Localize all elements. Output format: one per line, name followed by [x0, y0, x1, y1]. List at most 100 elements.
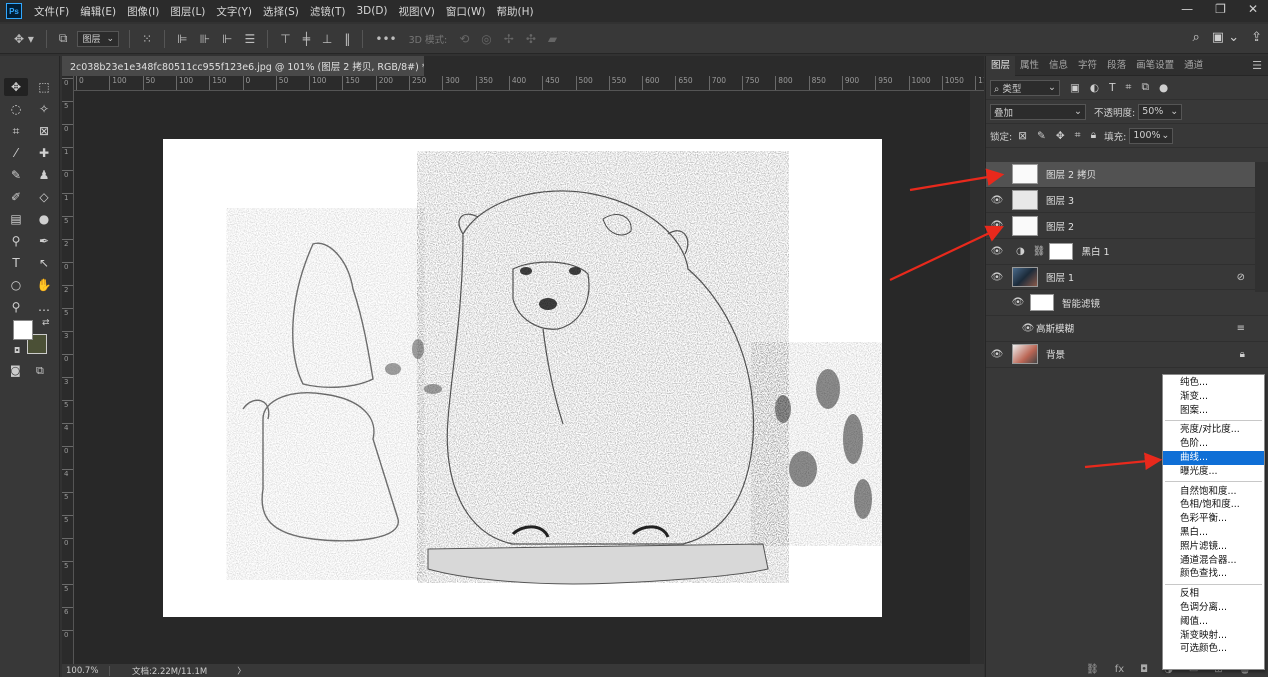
fx-icon[interactable]: fx	[1115, 664, 1124, 675]
menu-item-posterize[interactable]: 色调分离...	[1163, 601, 1264, 615]
menu-item-curves[interactable]: 曲线...	[1163, 450, 1264, 465]
visibility-icon[interactable]: 👁︎	[986, 220, 1008, 231]
visibility-icon[interactable]: 👁︎	[986, 272, 1008, 283]
tab-info[interactable]: 信息	[1044, 56, 1073, 76]
tab-properties[interactable]: 属性	[1015, 56, 1044, 76]
align-bottom-icon[interactable]: ⊥	[322, 32, 332, 46]
pen-tool-icon[interactable]: ✒	[32, 232, 56, 250]
filter-smart-object-icon[interactable]: ⧉	[1141, 81, 1149, 94]
default-colors-icon[interactable]: ◘	[14, 346, 20, 355]
ellipse-tool-icon[interactable]: ○	[4, 276, 28, 294]
layer-row[interactable]: 👁︎ 背景 🔒︎	[986, 342, 1268, 368]
menu-item-levels[interactable]: 色阶...	[1163, 437, 1264, 451]
layer-row[interactable]: 👁︎ 高斯模糊 ≡	[986, 316, 1268, 342]
layer-row[interactable]: 图层 2 拷贝	[986, 162, 1268, 188]
align-left-icon[interactable]: ⊫	[177, 32, 187, 46]
menu-item-selective-color[interactable]: 可选颜色...	[1163, 642, 1264, 656]
minimize-button[interactable]: —	[1181, 2, 1193, 16]
menu-item-gradient[interactable]: 渐变...	[1163, 390, 1264, 404]
menu-item-photo-filter[interactable]: 照片滤镜...	[1163, 540, 1264, 554]
tab-channels[interactable]: 通道	[1179, 56, 1208, 76]
more-options-icon[interactable]: •••	[375, 32, 396, 46]
auto-select-icon[interactable]: ⧉	[59, 31, 68, 46]
workspace-icon[interactable]: ▣ ⌄	[1212, 30, 1239, 45]
align-center-icon[interactable]: ⊪	[200, 32, 210, 46]
tab-paragraph[interactable]: 段落	[1102, 56, 1131, 76]
eyedropper-tool-icon[interactable]: ⁄	[4, 144, 28, 162]
opacity-field[interactable]: 50% ⌄	[1138, 103, 1183, 120]
align-top-icon[interactable]: ⊤	[280, 32, 290, 46]
add-mask-icon[interactable]: ◘	[1140, 664, 1148, 675]
menu-item-channel-mixer[interactable]: 通道混合器...	[1163, 554, 1264, 568]
restore-button[interactable]: ❐	[1215, 2, 1226, 16]
stamp-tool-icon[interactable]: ♟	[32, 166, 56, 184]
layer-row[interactable]: 👁︎ 图层 3	[986, 188, 1268, 214]
menu-edit[interactable]: 编辑(E)	[80, 4, 116, 19]
tab-character[interactable]: 字符	[1073, 56, 1102, 76]
align-middle-icon[interactable]: ╪	[303, 32, 310, 46]
visibility-icon[interactable]: 👁︎	[986, 195, 1008, 206]
visibility-icon[interactable]: 👁︎	[1010, 297, 1026, 308]
menu-file[interactable]: 文件(F)	[34, 4, 69, 19]
panel-menu-icon[interactable]: ☰	[1252, 59, 1262, 72]
layer-row[interactable]: 👁︎ 智能滤镜	[986, 290, 1268, 317]
menu-window[interactable]: 窗口(W)	[446, 4, 486, 19]
foreground-color-swatch[interactable]	[13, 320, 33, 340]
blend-mode-dropdown[interactable]: 叠加 ⌄	[990, 103, 1086, 120]
share-icon[interactable]: ⇪	[1251, 30, 1262, 45]
lock-position-icon[interactable]: ✥	[1056, 130, 1065, 142]
filter-options-icon[interactable]: ≡	[1237, 323, 1245, 334]
filter-shape-icon[interactable]: ⌗	[1126, 81, 1132, 94]
more-tools-icon[interactable]: …	[32, 298, 56, 316]
menu-item-exposure[interactable]: 曝光度...	[1163, 465, 1264, 479]
lock-artboard-icon[interactable]: ⌗	[1075, 129, 1081, 142]
close-window-button[interactable]: ✕	[1248, 2, 1258, 16]
visibility-icon[interactable]: 👁︎	[1020, 323, 1036, 334]
filter-toggle-icon[interactable]: ●	[1159, 82, 1168, 94]
filter-kind-dropdown[interactable]: ⌕ 类型 ⌄	[990, 79, 1060, 96]
align-right-icon[interactable]: ⊩	[222, 32, 232, 46]
search-icon[interactable]: ⌕	[1193, 30, 1200, 45]
menu-item-pattern[interactable]: 图案...	[1163, 404, 1264, 418]
lock-pixels-icon[interactable]: ✎	[1037, 130, 1046, 142]
menu-item-black-white[interactable]: 黑白...	[1163, 526, 1264, 540]
menu-3d[interactable]: 3D(D)	[356, 5, 387, 17]
filter-adjustment-icon[interactable]: ◐	[1090, 82, 1099, 94]
layer-row[interactable]: 👁︎ 图层 2	[986, 213, 1268, 240]
marquee-tool-icon[interactable]: ⬚	[32, 78, 56, 96]
zoom-level[interactable]: 100.7%	[62, 665, 110, 676]
tab-brush-settings[interactable]: 画笔设置	[1131, 56, 1179, 76]
layer-row[interactable]: 👁︎ 图层 1 ⊘	[986, 265, 1268, 291]
visibility-icon[interactable]: 👁︎	[986, 349, 1008, 360]
canvas-vertical-scrollbar[interactable]	[970, 91, 984, 664]
path-select-tool-icon[interactable]: ↖	[32, 254, 56, 272]
menu-select[interactable]: 选择(S)	[263, 4, 299, 19]
blur-tool-icon[interactable]: ●	[32, 210, 56, 228]
magic-wand-tool-icon[interactable]: ✧	[32, 100, 56, 118]
brush-tool-icon[interactable]: ✎	[4, 166, 28, 184]
visibility-icon[interactable]: 👁︎	[986, 246, 1008, 257]
healing-brush-tool-icon[interactable]: ✚	[32, 144, 56, 162]
transform-controls-icon[interactable]: ⁙	[142, 32, 152, 46]
menu-item-vibrance[interactable]: 自然饱和度...	[1163, 485, 1264, 499]
auto-select-dropdown[interactable]: 图层 ⌄	[77, 30, 120, 47]
hand-tool-icon[interactable]: ✋	[32, 276, 56, 294]
lasso-tool-icon[interactable]: ◌	[4, 100, 28, 118]
menu-item-invert[interactable]: 反相	[1163, 587, 1264, 601]
lock-transparent-icon[interactable]: ⊠	[1018, 130, 1027, 142]
frame-tool-icon[interactable]: ⊠	[32, 122, 56, 140]
eraser-tool-icon[interactable]: ◇	[32, 188, 56, 206]
menu-item-gradient-map[interactable]: 渐变映射...	[1163, 629, 1264, 643]
move-tool-icon[interactable]: ✥ ▾	[14, 32, 34, 46]
canvas-area[interactable]	[74, 91, 970, 664]
link-layers-icon[interactable]: ⛓︎	[1086, 664, 1099, 675]
lock-all-icon[interactable]: 🔒︎	[1091, 129, 1097, 142]
gradient-tool-icon[interactable]: ▤	[4, 210, 28, 228]
document-canvas[interactable]	[163, 139, 882, 617]
distribute-icon[interactable]: ☰	[244, 32, 255, 46]
move-tool-icon[interactable]: ✥	[4, 78, 28, 96]
menu-item-brightness-contrast[interactable]: 亮度/对比度...	[1163, 423, 1264, 437]
menu-type[interactable]: 文字(Y)	[216, 4, 252, 19]
filter-pixel-icon[interactable]: ▣	[1070, 82, 1080, 94]
menu-item-threshold[interactable]: 阈值...	[1163, 615, 1264, 629]
